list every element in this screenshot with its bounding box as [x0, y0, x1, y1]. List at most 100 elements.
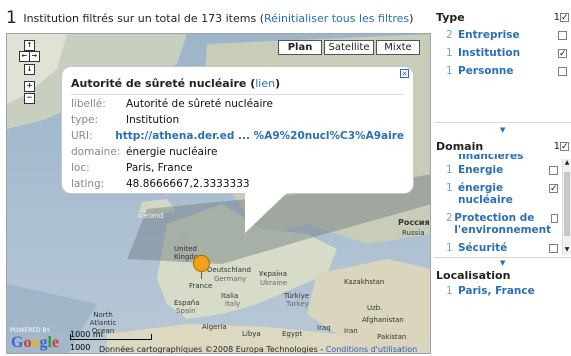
facet-item-energie-nucleaire[interactable]: 1 énergie nucléaire ✓ — [434, 182, 562, 212]
facet-item-label[interactable]: Personne — [458, 65, 558, 77]
reset-paren-close: ) — [409, 12, 414, 25]
map-label-espana: España — [174, 299, 200, 307]
scale-km: 1000 km — [70, 343, 91, 353]
facet-item-count: 2 — [446, 29, 453, 41]
powered-by-text: POWERED BY — [10, 327, 51, 334]
facet-item-label[interactable]: Protection de l'environnement — [454, 212, 551, 236]
info-row-latlng: latlng: 48.8666667,2.3333333 — [71, 176, 404, 192]
map-marker-icon[interactable] — [193, 255, 210, 272]
results-summary: 1 Institution filtrés sur un total de 17… — [6, 8, 413, 28]
info-title-link[interactable]: lien — [255, 77, 275, 90]
map-credit: Données cartographiques ©2008 Europa Tec… — [99, 345, 417, 354]
facet-item-checkbox[interactable] — [549, 244, 558, 253]
map-label-italia: Italia — [221, 292, 239, 300]
sort-arrow-icon[interactable]: ▼ — [500, 126, 505, 134]
map-label-deutschland: Deutschland — [207, 266, 251, 274]
facet-item-label[interactable]: Institution — [458, 47, 558, 59]
map-label-pakistan: Pakistan — [377, 333, 407, 341]
info-key: URI: — [71, 130, 93, 142]
info-value: 48.8666667,2.3333333 — [126, 178, 250, 190]
result-summary-text: Institution filtrés sur un total de 173 … — [23, 12, 257, 25]
info-key: type: — [71, 114, 98, 126]
facet-domain-scrollbar[interactable]: ▲ ▼ — [562, 159, 571, 255]
facet-type: Type 1✓ 2 Entreprise 1 Institution ✓ 1 P… — [434, 9, 571, 83]
facet-domain-title: Domain — [436, 139, 484, 153]
facet-item-label[interactable]: Paris, France — [458, 285, 571, 297]
map-view[interactable]: ↑ ← → ↓ + − Plan Satellite Mixte Iceland… — [6, 33, 431, 354]
facet-item-checkbox[interactable] — [558, 31, 567, 40]
facet-item-label[interactable]: financières — [458, 154, 562, 162]
facet-item-checkbox[interactable] — [551, 214, 558, 223]
pan-right-icon[interactable]: → — [29, 51, 40, 62]
map-label-algeria: Algeria — [202, 323, 227, 331]
facet-domain-list[interactable]: financières 1 Energie 1 énergie nucléair… — [434, 154, 562, 258]
map-type-mixte-button[interactable]: Mixte — [376, 40, 420, 55]
reset-all-filters-link[interactable]: Réinitialiser tous les filtres — [264, 12, 409, 25]
map-type-satellite-button[interactable]: Satellite — [324, 40, 374, 55]
facet-item-label[interactable]: Entreprise — [458, 29, 558, 41]
info-window-tail — [245, 191, 289, 233]
info-row-type: type: Institution — [71, 112, 404, 128]
map-type-switcher: Plan Satellite Mixte — [276, 40, 420, 55]
pan-down-icon[interactable]: ↓ — [24, 64, 35, 75]
terms-of-use-link[interactable]: Conditions d'utilisation — [326, 345, 417, 353]
facet-item-securite[interactable]: 1 Sécurité — [434, 242, 562, 258]
map-type-plan-button[interactable]: Plan — [278, 40, 322, 55]
map-marker-stem — [201, 272, 202, 279]
facet-item-checkbox[interactable]: ✓ — [558, 49, 567, 59]
facet-item-protection-environnement[interactable]: 2 Protection de l'environnement — [434, 212, 562, 242]
sort-arrow-icon[interactable]: ▼ — [500, 259, 505, 267]
facet-domain-selected[interactable]: 1✓ — [554, 141, 569, 152]
facet-type-selected[interactable]: 1✓ — [554, 12, 569, 23]
facet-item-label[interactable]: énergie nucléaire — [458, 182, 549, 206]
info-key: domaine: — [71, 146, 121, 158]
map-credit-text: Données cartographiques ©2008 Europa Tec… — [99, 345, 326, 354]
info-row-domaine: domaine: énergie nucléaire — [71, 144, 404, 160]
facet-divider — [434, 122, 571, 123]
facet-item-entreprise[interactable]: 2 Entreprise — [434, 29, 571, 47]
facet-item-count: 1 — [446, 285, 453, 297]
info-value: Paris, France — [126, 162, 193, 174]
map-label-france: France — [189, 282, 213, 290]
info-window-rows: libellé: Autorité de sûreté nucléaire ty… — [71, 94, 404, 192]
facet-localisation: Localisation 1 Paris, France — [434, 267, 571, 303]
facet-item-count: 1 — [446, 164, 453, 176]
facet-item-checkbox[interactable] — [549, 166, 558, 175]
facet-item-label[interactable]: Energie — [458, 164, 549, 176]
facet-domain: Domain 1✓ financières 1 Energie 1 énergi… — [434, 138, 571, 258]
map-label-turkiye: Türkiye — [284, 292, 310, 300]
pan-up-icon[interactable]: ↑ — [24, 40, 35, 51]
facet-item-institution[interactable]: 1 Institution ✓ — [434, 47, 571, 65]
map-label-italy: Italy — [225, 300, 241, 308]
facet-item-personne[interactable]: 1 Personne — [434, 65, 571, 83]
zoom-out-icon[interactable]: − — [24, 93, 35, 104]
scroll-down-icon[interactable]: ▼ — [563, 246, 571, 254]
map-label-germany: Germany — [214, 275, 247, 283]
facet-domain-select-all-checkbox[interactable]: ✓ — [560, 141, 569, 151]
facet-divider — [434, 257, 571, 258]
close-icon[interactable]: × — [400, 69, 409, 78]
map-label-ukraina: Україна — [259, 270, 288, 278]
info-window-title: Autorité de sûreté nucléaire (lien) — [71, 77, 281, 90]
info-key: loc: — [71, 162, 90, 174]
facet-item-count: 1 — [446, 47, 453, 59]
scroll-thumb[interactable] — [564, 172, 570, 236]
map-label-egypt: Egypt — [282, 330, 303, 338]
facet-item-energie[interactable]: 1 Energie — [434, 164, 562, 182]
google-logo[interactable]: Google — [11, 334, 59, 352]
result-count: 1 — [6, 8, 17, 28]
map-label-kazakhstan: Kazakhstan — [344, 278, 385, 286]
zoom-in-icon[interactable]: + — [24, 81, 35, 92]
facet-item-label[interactable]: Sécurité — [458, 242, 549, 254]
facet-item-checkbox[interactable]: ✓ — [549, 184, 558, 194]
facet-item-checkbox[interactable] — [558, 67, 567, 76]
facet-type-select-all-checkbox[interactable]: ✓ — [560, 12, 569, 22]
map-label-afghanistan: Afghanistan — [362, 316, 404, 324]
facet-item-paris-france[interactable]: 1 Paris, France — [434, 285, 571, 303]
facet-type-header: Type 1✓ — [434, 9, 571, 25]
facet-item-financieres[interactable]: financières — [434, 154, 562, 164]
info-uri-link[interactable]: http://athena.der.ed ... %A9%20nucl%C3%A… — [115, 130, 404, 142]
facet-item-count: 2 — [446, 212, 453, 224]
facet-localisation-header: Localisation — [434, 267, 571, 283]
scroll-up-icon[interactable]: ▲ — [563, 159, 571, 167]
